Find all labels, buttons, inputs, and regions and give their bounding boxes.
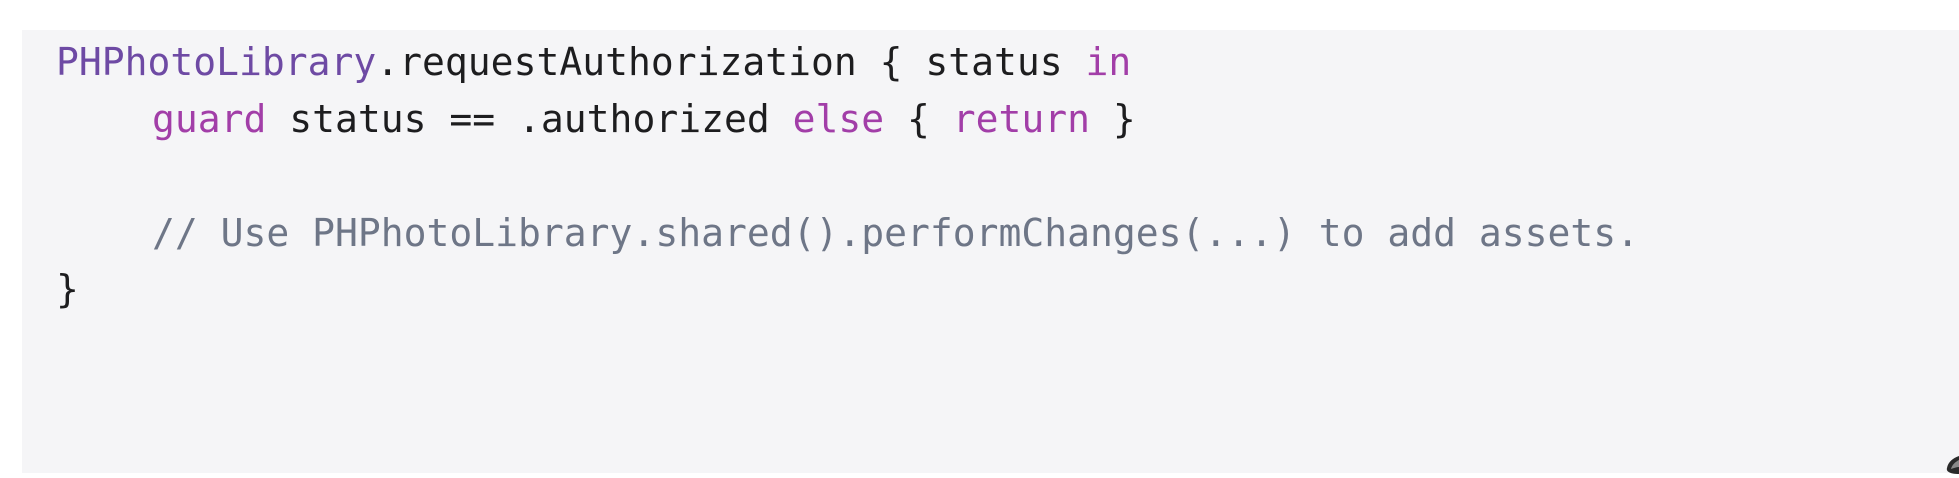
guard-condition: status == .authorized <box>266 97 793 141</box>
keyword-return: return <box>952 97 1091 141</box>
open-brace: { <box>884 97 953 141</box>
keyword-else: else <box>792 97 885 141</box>
code-line-1: PHPhotoLibrary.requestAuthorization { st… <box>56 33 1131 91</box>
code-block: PHPhotoLibrary.requestAuthorization { st… <box>22 30 1959 473</box>
type-phphotolibrary: PHPhotoLibrary <box>56 40 377 84</box>
request-authorization-call: .requestAuthorization { status <box>376 40 1086 84</box>
code-line-4: } <box>56 260 79 318</box>
keyword-guard: guard <box>152 97 267 141</box>
cursor-fragment-icon <box>1946 456 1959 474</box>
code-line-2: guard status == .authorized else { retur… <box>56 90 1136 148</box>
code-line-3: // Use PHPhotoLibrary.shared().performCh… <box>56 204 1639 262</box>
code-comment: // Use PHPhotoLibrary.shared().performCh… <box>152 211 1640 255</box>
closing-brace: } <box>56 267 79 311</box>
keyword-in: in <box>1085 40 1132 84</box>
close-brace: } <box>1090 97 1136 141</box>
